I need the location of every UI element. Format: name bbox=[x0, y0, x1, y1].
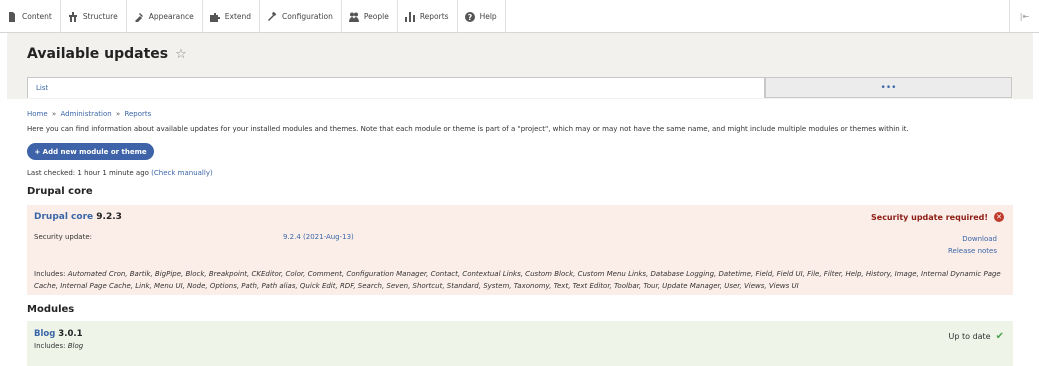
configuration-icon bbox=[268, 11, 277, 21]
toolbar-content[interactable]: Content bbox=[0, 0, 61, 33]
breadcrumb-reports[interactable]: Reports bbox=[124, 110, 151, 118]
toolbar-appearance[interactable]: Appearance bbox=[127, 0, 203, 33]
check-manually-link[interactable]: (Check manually) bbox=[151, 169, 213, 177]
content-icon bbox=[9, 11, 15, 22]
module-project-link[interactable]: Blog bbox=[34, 329, 55, 339]
extend-icon bbox=[209, 12, 220, 22]
last-checked: Last checked: 1 hour 1 minute ago (Check… bbox=[27, 169, 213, 177]
toolbar-extend[interactable]: Extend bbox=[203, 0, 261, 33]
tab-list[interactable]: List bbox=[27, 77, 765, 98]
core-update-row: Drupal core 9.2.3 Security update: 9.2.4… bbox=[27, 205, 1013, 295]
security-update-version-link[interactable]: 9.2.4 (2021-Aug-13) bbox=[283, 233, 354, 241]
structure-icon bbox=[68, 11, 77, 22]
toolbar-structure[interactable]: Structure bbox=[61, 0, 127, 33]
security-update-label: Security update: bbox=[34, 233, 92, 241]
download-link[interactable]: Download bbox=[962, 235, 997, 243]
toolbar-reports[interactable]: Reports bbox=[398, 0, 458, 33]
core-heading: Drupal core bbox=[27, 186, 93, 197]
module-update-row: Blog 3.0.1 Includes: Blog Up to date ✔ bbox=[27, 321, 1013, 366]
star-icon[interactable]: ☆ bbox=[175, 47, 187, 62]
core-project-link[interactable]: Drupal core bbox=[34, 212, 93, 222]
security-status: Security update required! ✕ bbox=[871, 212, 1004, 222]
reports-icon bbox=[404, 11, 415, 22]
intro-text: Here you can find information about avai… bbox=[27, 125, 909, 133]
toolbar-people[interactable]: People bbox=[342, 0, 398, 33]
core-project-name: Drupal core 9.2.3 bbox=[34, 212, 122, 222]
error-icon: ✕ bbox=[994, 212, 1004, 222]
help-icon: ? bbox=[464, 11, 475, 22]
toolbar-help[interactable]: ? Help bbox=[458, 0, 506, 33]
tab-more-icon[interactable]: ••• bbox=[765, 77, 1012, 98]
modules-heading: Modules bbox=[27, 304, 75, 315]
add-module-button[interactable]: + Add new module or theme bbox=[27, 143, 154, 160]
module-status: Up to date ✔ bbox=[948, 331, 1004, 342]
release-notes-link[interactable]: Release notes bbox=[948, 247, 997, 255]
svg-text:?: ? bbox=[467, 13, 472, 22]
admin-toolbar: Content Structure Appearance Extend Conf… bbox=[0, 0, 1039, 33]
module-project-name: Blog 3.0.1 bbox=[34, 329, 83, 339]
checkmark-icon: ✔ bbox=[995, 331, 1004, 342]
toolbar-collapse-icon[interactable]: |⇤ bbox=[1009, 0, 1039, 32]
people-icon bbox=[348, 12, 359, 22]
appearance-icon bbox=[134, 12, 143, 22]
breadcrumb-home[interactable]: Home bbox=[27, 110, 48, 118]
breadcrumb-administration[interactable]: Administration bbox=[60, 110, 111, 118]
core-includes: Includes: Automated Cron, Bartik, BigPip… bbox=[34, 270, 1001, 290]
page-title: Available updates ☆ bbox=[27, 46, 187, 62]
module-includes: Includes: Blog bbox=[34, 342, 84, 350]
breadcrumb: Home » Administration » Reports bbox=[27, 110, 152, 118]
toolbar-configuration[interactable]: Configuration bbox=[260, 0, 342, 33]
